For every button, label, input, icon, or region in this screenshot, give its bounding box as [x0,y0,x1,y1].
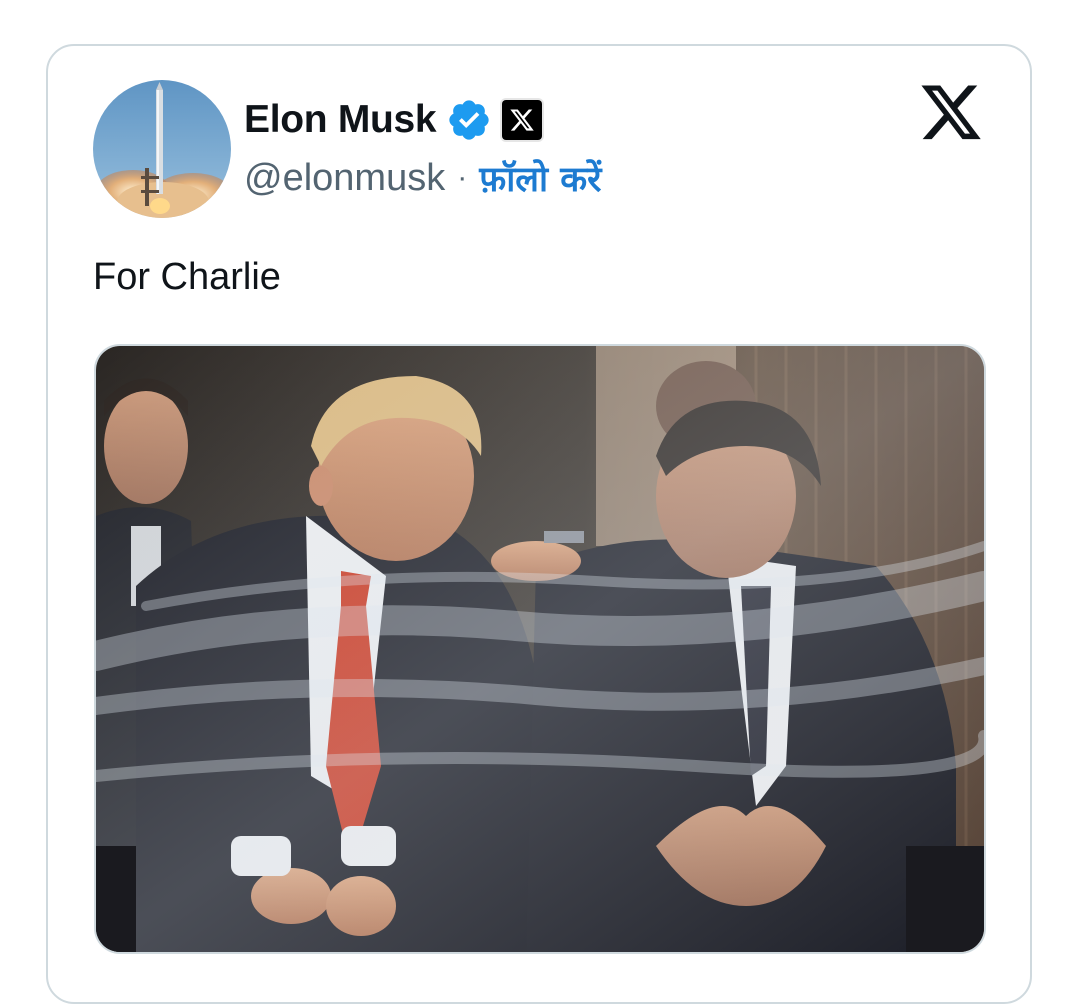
tweet-media-photo[interactable] [94,344,986,954]
verified-badge-icon [446,97,492,143]
follow-button[interactable]: फ़ॉलो करें [479,155,601,202]
x-logo-icon[interactable] [918,84,984,146]
author-display-name[interactable]: Elon Musk [244,98,437,142]
author-handle[interactable]: @elonmusk [244,157,445,200]
avatar[interactable] [93,80,231,218]
author-handle-row: @elonmusk · फ़ॉलो करें [244,154,601,202]
x-logo-badge-icon [502,100,543,140]
tweet-text: For Charlie [93,256,281,298]
author-name-row: Elon Musk [244,96,543,144]
separator-dot: · [457,161,468,194]
